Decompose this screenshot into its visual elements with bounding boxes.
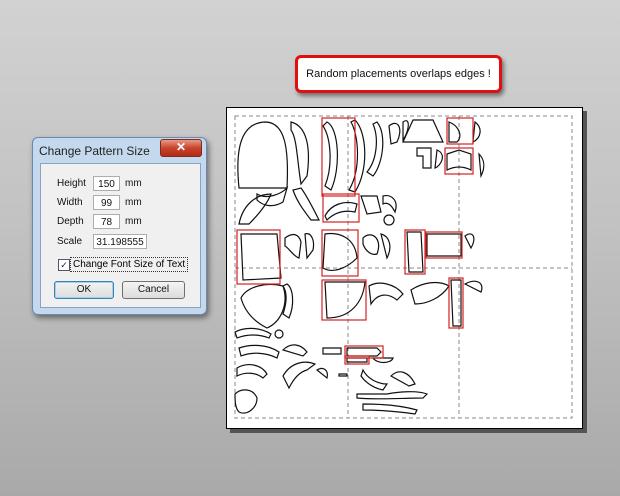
depth-label: Depth (57, 216, 84, 227)
dialog-title: Change Pattern Size (39, 144, 150, 158)
change-font-checkbox[interactable]: ✓ Change Font Size of Text (58, 257, 218, 273)
scale-label: Scale (57, 236, 83, 247)
ok-button[interactable]: OK (54, 281, 114, 299)
close-button[interactable]: ✕ (160, 139, 202, 157)
cancel-button[interactable]: Cancel (122, 281, 185, 299)
width-unit: mm (125, 197, 142, 208)
change-font-label: Change Font Size of Text (70, 257, 189, 272)
dialog-titlebar[interactable]: Change Pattern Size ✕ (33, 138, 206, 162)
scale-input[interactable]: 31.198555 (93, 234, 147, 249)
warning-callout: Random placements overlaps edges ! (295, 55, 502, 93)
checkbox-check-icon[interactable]: ✓ (58, 259, 70, 271)
dialog-client-area: Height 150 mm Width 99 mm Depth 78 mm Sc… (40, 163, 201, 308)
pattern-pieces (234, 119, 485, 415)
height-label: Height (57, 178, 86, 189)
height-unit: mm (125, 178, 142, 189)
width-label: Width (57, 197, 83, 208)
callout-text: Random placements overlaps edges ! (306, 68, 491, 80)
close-icon: ✕ (175, 140, 187, 154)
overlap-highlights (236, 117, 474, 365)
pattern-canvas[interactable] (226, 107, 583, 429)
height-input[interactable]: 150 (93, 176, 120, 191)
width-input[interactable]: 99 (93, 195, 120, 210)
depth-input[interactable]: 78 (93, 214, 120, 229)
change-pattern-size-dialog: Change Pattern Size ✕ Height 150 mm Widt… (32, 137, 207, 315)
pattern-layout (234, 115, 573, 419)
depth-unit: mm (125, 216, 142, 227)
